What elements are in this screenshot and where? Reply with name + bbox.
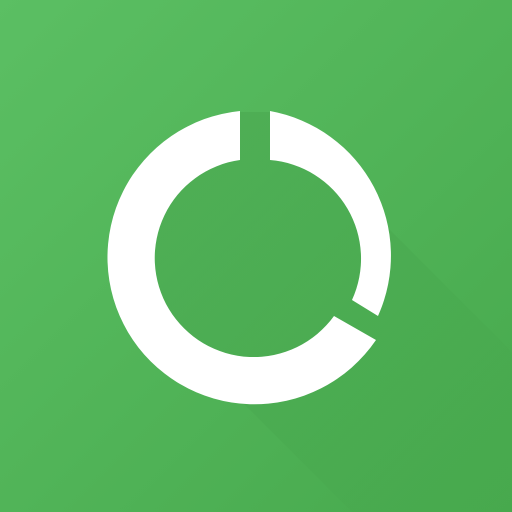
app-icon (0, 0, 512, 512)
